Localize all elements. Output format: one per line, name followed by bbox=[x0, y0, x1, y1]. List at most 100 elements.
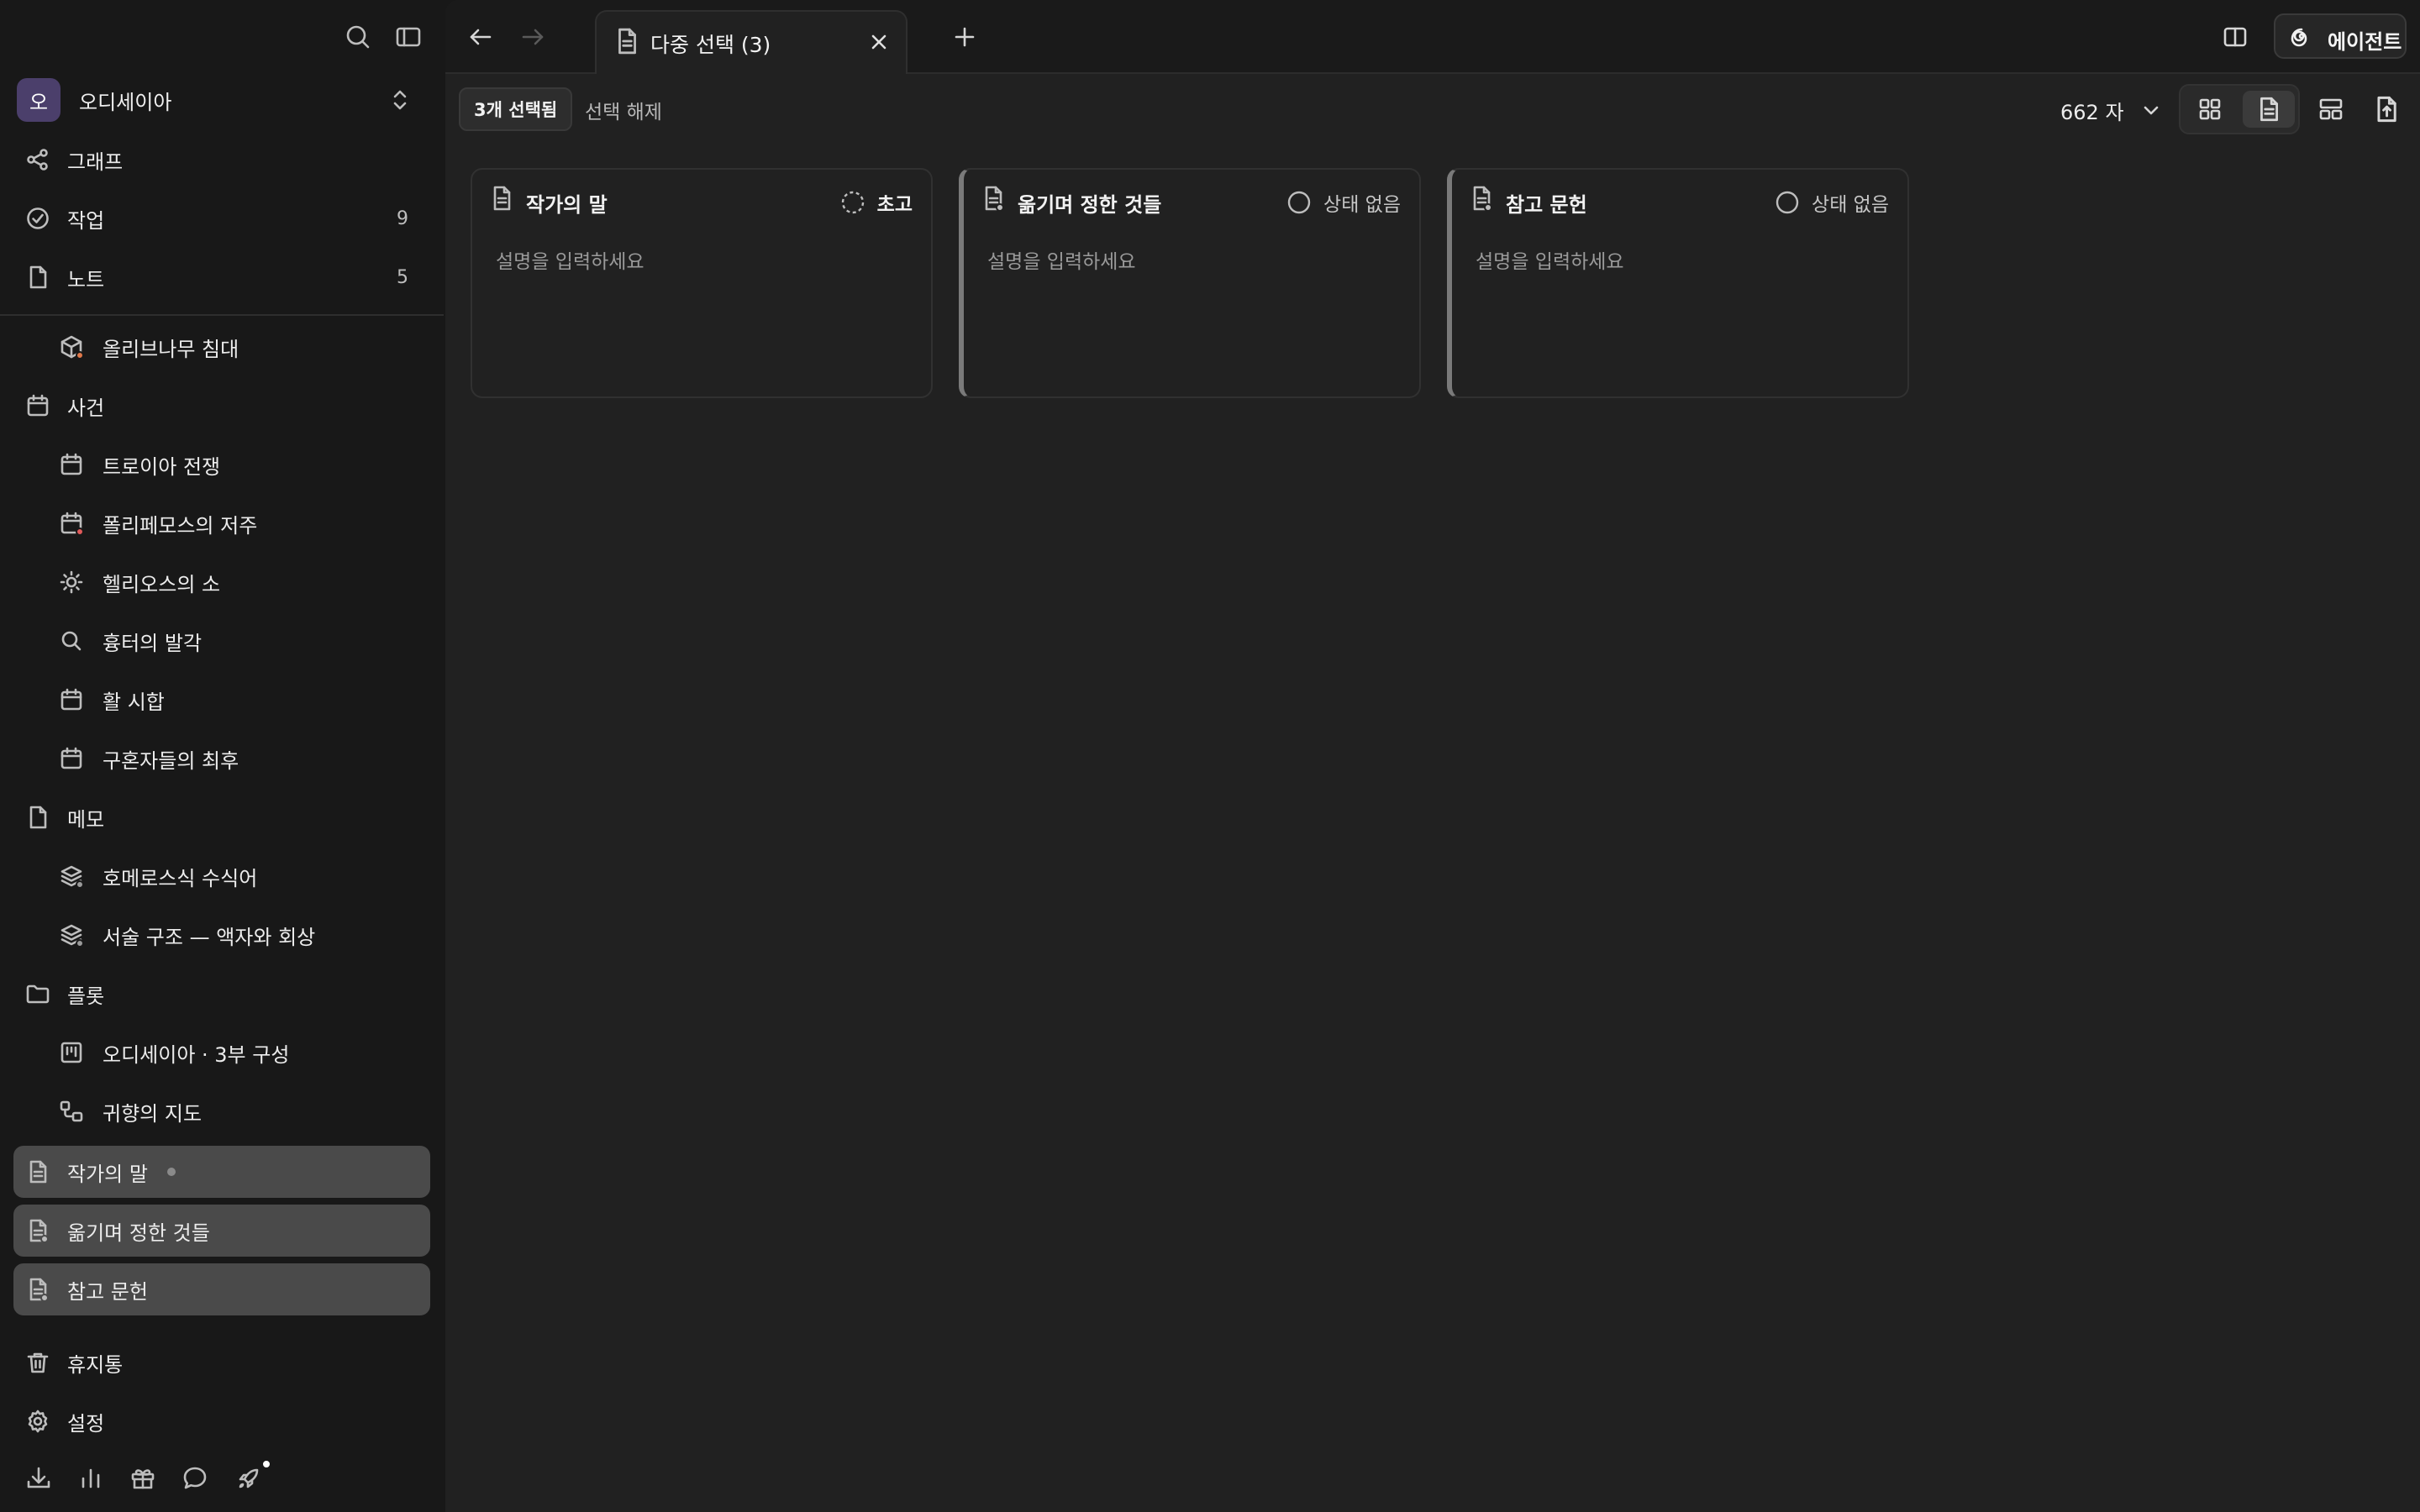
tree-item[interactable]: 오디세이아 · 3부 구성 bbox=[13, 1029, 430, 1076]
sidebar-divider bbox=[0, 314, 444, 316]
doc-card[interactable]: 작가의 말 초고 설명을 입력하세요 bbox=[471, 168, 933, 398]
tree-item[interactable]: 트로이아 전쟁 bbox=[13, 441, 430, 488]
status-label: 초고 bbox=[876, 194, 913, 216]
selected-doc-author-note[interactable]: 작가의 말 bbox=[13, 1146, 430, 1198]
main-panel: 다중 선택 (3) 에이전트 3개 선택됨 선택 해제 662 자 작가의 말 … bbox=[445, 0, 2420, 1512]
tree-item[interactable]: 구혼자들의 최후 bbox=[13, 735, 430, 782]
trash-icon bbox=[25, 1350, 50, 1375]
box-icon bbox=[59, 334, 84, 360]
empty-status-icon bbox=[1286, 190, 1312, 215]
tree-item[interactable]: 활 시합 bbox=[13, 676, 430, 723]
tree-label: 트로이아 전쟁 bbox=[103, 454, 221, 479]
download-icon[interactable] bbox=[24, 1463, 54, 1494]
word-count[interactable]: 662 자 bbox=[2060, 96, 2124, 125]
tree-label: 흉터의 발각 bbox=[103, 631, 203, 655]
nav-settings[interactable]: 설정 bbox=[13, 1398, 430, 1445]
status-label: 상태 없음 bbox=[1323, 194, 1401, 216]
selected-doc-label: 옮기며 정한 것들 bbox=[67, 1221, 210, 1245]
unsaved-dot bbox=[167, 1168, 176, 1176]
calendar-icon bbox=[59, 452, 84, 477]
nav-trash[interactable]: 휴지통 bbox=[13, 1339, 430, 1386]
tree-label: 폴리페모스의 저주 bbox=[103, 513, 258, 538]
tab-title: 다중 선택 (3) bbox=[650, 33, 771, 57]
selected-doc-references[interactable]: 참고 문헌 bbox=[13, 1263, 430, 1315]
graph-icon bbox=[25, 147, 50, 172]
doc-card[interactable]: 옮기며 정한 것들 상태 없음 설명을 입력하세요 bbox=[959, 168, 1421, 398]
tree-item[interactable]: 귀향의 지도 bbox=[13, 1088, 430, 1135]
export-icon[interactable] bbox=[2368, 91, 2405, 128]
kanban-icon bbox=[59, 1040, 84, 1065]
check-circle-icon bbox=[25, 206, 50, 231]
document-icon bbox=[981, 185, 1006, 212]
nav-count: 9 bbox=[397, 207, 408, 229]
back-arrow-icon[interactable] bbox=[462, 18, 499, 55]
status-selector[interactable]: 상태 없음 bbox=[1775, 188, 1889, 217]
card-title: 작가의 말 bbox=[526, 193, 608, 217]
tree-item[interactable]: 폴리페모스의 저주 bbox=[13, 500, 430, 547]
card-description-placeholder[interactable]: 설명을 입력하세요 bbox=[1476, 245, 1624, 274]
tree-label: 귀향의 지도 bbox=[103, 1101, 203, 1126]
nav-count: 5 bbox=[397, 266, 408, 288]
workspace-avatar: 오 bbox=[17, 78, 60, 122]
draft-status-icon bbox=[840, 190, 865, 215]
layers-icon bbox=[59, 922, 84, 948]
nav-tasks[interactable]: 작업 9 bbox=[13, 195, 430, 242]
selected-doc-translation-notes[interactable]: 옮기며 정한 것들 bbox=[13, 1205, 430, 1257]
rocket-icon[interactable] bbox=[234, 1459, 271, 1494]
document-icon bbox=[1469, 185, 1494, 212]
chevron-down-icon[interactable] bbox=[2139, 97, 2164, 123]
tab-bar: 다중 선택 (3) 에이전트 bbox=[445, 0, 2420, 74]
tree-folder-plot[interactable]: 플롯 bbox=[13, 970, 430, 1017]
gear-icon bbox=[25, 1409, 50, 1434]
nav-label: 노트 bbox=[67, 267, 105, 291]
tree-item[interactable]: 헬리오스의 소 bbox=[13, 559, 430, 606]
tree-item[interactable]: 서술 구조 — 액자와 회상 bbox=[13, 911, 430, 958]
nav-label: 휴지통 bbox=[67, 1352, 124, 1377]
tree-item[interactable]: 호메로스식 수식어 bbox=[13, 853, 430, 900]
tree-label: 구혼자들의 최후 bbox=[103, 748, 239, 773]
tree-label: 플롯 bbox=[67, 984, 105, 1008]
status-label: 상태 없음 bbox=[1812, 194, 1889, 216]
workspace-name: 오디세이아 bbox=[79, 90, 172, 114]
layout-icon[interactable] bbox=[2312, 91, 2349, 128]
nav-graph[interactable]: 그래프 bbox=[13, 136, 430, 183]
flow-icon bbox=[59, 1099, 84, 1124]
tab-multi-select[interactable]: 다중 선택 (3) bbox=[595, 10, 908, 74]
deselect-button[interactable]: 선택 해제 bbox=[585, 96, 662, 124]
tree-label: 서술 구조 — 액자와 회상 bbox=[103, 925, 316, 949]
calendar-icon bbox=[25, 393, 50, 418]
new-tab-plus-icon[interactable] bbox=[946, 18, 983, 55]
grid-view-icon[interactable] bbox=[2184, 91, 2236, 128]
tree-label: 올리브나무 침대 bbox=[103, 337, 239, 361]
tree-label: 호메로스식 수식어 bbox=[103, 866, 258, 890]
close-icon[interactable] bbox=[864, 27, 894, 57]
note-icon bbox=[25, 265, 50, 290]
nav-notes[interactable]: 노트 5 bbox=[13, 254, 430, 301]
tree-item[interactable]: 올리브나무 침대 bbox=[13, 323, 430, 370]
chart-icon[interactable] bbox=[76, 1463, 106, 1494]
card-description-placeholder[interactable]: 설명을 입력하세요 bbox=[496, 245, 644, 274]
gift-icon[interactable] bbox=[128, 1463, 158, 1494]
layers-icon bbox=[59, 864, 84, 889]
status-selector[interactable]: 상태 없음 bbox=[1286, 188, 1401, 217]
split-view-icon[interactable] bbox=[2217, 18, 2254, 55]
empty-status-icon bbox=[1775, 190, 1800, 215]
tree-folder-memo[interactable]: 메모 bbox=[13, 794, 430, 841]
agent-button[interactable]: 에이전트 bbox=[2274, 13, 2407, 59]
search-icon[interactable] bbox=[341, 20, 375, 54]
document-icon bbox=[25, 1277, 50, 1302]
doc-card[interactable]: 참고 문헌 상태 없음 설명을 입력하세요 bbox=[1447, 168, 1909, 398]
document-view-icon[interactable] bbox=[2243, 91, 2295, 128]
tree-folder-events[interactable]: 사건 bbox=[13, 382, 430, 429]
workspace-switcher[interactable]: 오 오디세이아 bbox=[13, 77, 430, 123]
status-selector[interactable]: 초고 bbox=[840, 188, 913, 217]
chat-icon[interactable] bbox=[180, 1463, 210, 1494]
selected-doc-label: 작가의 말 bbox=[67, 1162, 148, 1186]
calendar-icon bbox=[59, 511, 84, 536]
card-description-placeholder[interactable]: 설명을 입력하세요 bbox=[987, 245, 1136, 274]
nav-label: 설정 bbox=[67, 1411, 105, 1436]
tree-item[interactable]: 흉터의 발각 bbox=[13, 617, 430, 664]
forward-arrow-icon[interactable] bbox=[514, 18, 551, 55]
sidebar-bottom-bar bbox=[0, 1457, 444, 1500]
sidebar-toggle-icon[interactable] bbox=[392, 20, 425, 54]
